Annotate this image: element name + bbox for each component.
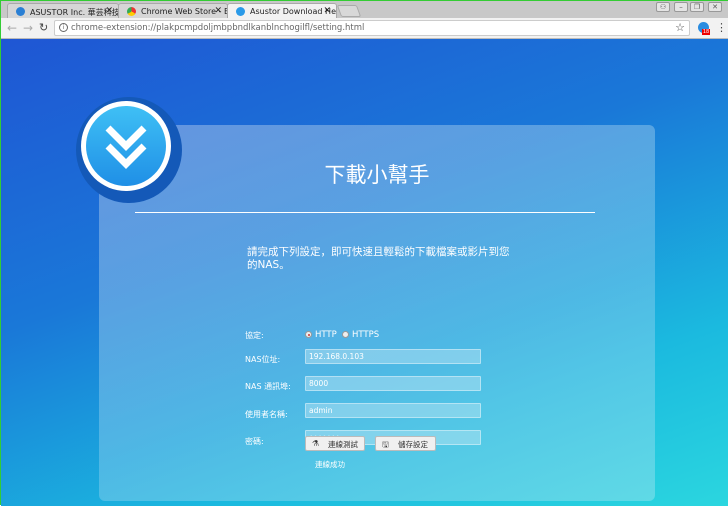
button-label: 連線測試 xyxy=(328,440,358,449)
star-icon[interactable]: ☆ xyxy=(675,21,685,34)
username-label: 使用者名稱: xyxy=(245,410,288,419)
test-connection-button[interactable]: ⚗ 連線測試 xyxy=(305,436,365,451)
port-label: NAS 通訊埠: xyxy=(245,382,291,391)
radio-https[interactable]: HTTPS xyxy=(342,330,379,340)
url-text: chrome-extension://plakpcmpdoljmbpbndlka… xyxy=(71,23,365,33)
close-icon[interactable]: ✕ xyxy=(105,6,113,16)
password-label: 密碼: xyxy=(245,437,264,446)
address-input[interactable]: 192.168.0.103 xyxy=(305,349,481,364)
info-icon[interactable]: i xyxy=(59,23,68,32)
double-chevron-down-icon xyxy=(105,125,147,169)
save-icon: 🖫 xyxy=(382,440,389,449)
address-label: NAS位址: xyxy=(245,355,281,364)
toolbar: ← → ↻ i chrome-extension://plakpcmpdoljmb… xyxy=(1,18,728,39)
webstore-icon xyxy=(127,7,136,16)
logo xyxy=(81,101,171,191)
button-label: 儲存設定 xyxy=(398,440,428,449)
menu-icon[interactable]: ⋮ xyxy=(716,21,727,34)
address-bar[interactable]: i chrome-extension://plakpcmpdoljmbpbndlk… xyxy=(54,20,690,36)
radio-unchecked-icon xyxy=(342,331,349,338)
save-settings-button[interactable]: 🖫 儲存設定 xyxy=(375,436,436,451)
tab-asustor[interactable]: ASUSTOR Inc. 華芸科技 ✕ xyxy=(7,3,119,18)
tab-bar: ASUSTOR Inc. 華芸科技 ✕ Chrome Web Store - Ex… xyxy=(1,1,728,18)
divider xyxy=(135,212,595,213)
tab-webstore[interactable]: Chrome Web Store - Ex ✕ xyxy=(118,3,228,18)
forward-icon[interactable]: → xyxy=(23,21,33,35)
back-icon[interactable]: ← xyxy=(7,21,17,35)
close-icon[interactable]: ✕ xyxy=(323,6,331,16)
settings-card: 下載小幫手 請完成下列設定，即可快速且輕鬆的下載檔案或影片到您的NAS。 協定:… xyxy=(99,125,655,501)
close-icon[interactable]: ✕ xyxy=(214,6,222,16)
port-input[interactable]: 8000 xyxy=(305,376,481,391)
new-tab-button[interactable] xyxy=(336,5,362,17)
asustor-icon xyxy=(16,7,25,16)
radio-label: HTTPS xyxy=(352,330,380,340)
page-content: 下載小幫手 請完成下列設定，即可快速且輕鬆的下載檔案或影片到您的NAS。 協定:… xyxy=(1,39,728,506)
description: 請完成下列設定，即可快速且輕鬆的下載檔案或影片到您的NAS。 xyxy=(247,246,510,271)
reload-icon[interactable]: ↻ xyxy=(39,21,48,34)
minimize-button[interactable]: – xyxy=(674,2,688,12)
tab-download-helper[interactable]: Asustor Download Help ✕ xyxy=(227,3,337,18)
restore-button[interactable]: ❐ xyxy=(690,2,704,12)
radio-http[interactable]: HTTP xyxy=(305,330,337,340)
extension-badge: 18 xyxy=(702,29,710,35)
protocol-label: 協定: xyxy=(245,331,264,340)
download-helper-icon xyxy=(236,7,245,16)
radio-checked-icon xyxy=(305,331,312,338)
close-window-button[interactable]: ✕ xyxy=(708,2,722,12)
flask-icon: ⚗ xyxy=(312,439,320,448)
page-title: 下載小幫手 xyxy=(324,163,430,187)
profile-icon[interactable]: ⚇ xyxy=(656,2,670,12)
username-input[interactable]: admin xyxy=(305,403,481,418)
status-text: 連線成功 xyxy=(315,460,345,469)
radio-label: HTTP xyxy=(315,330,337,340)
